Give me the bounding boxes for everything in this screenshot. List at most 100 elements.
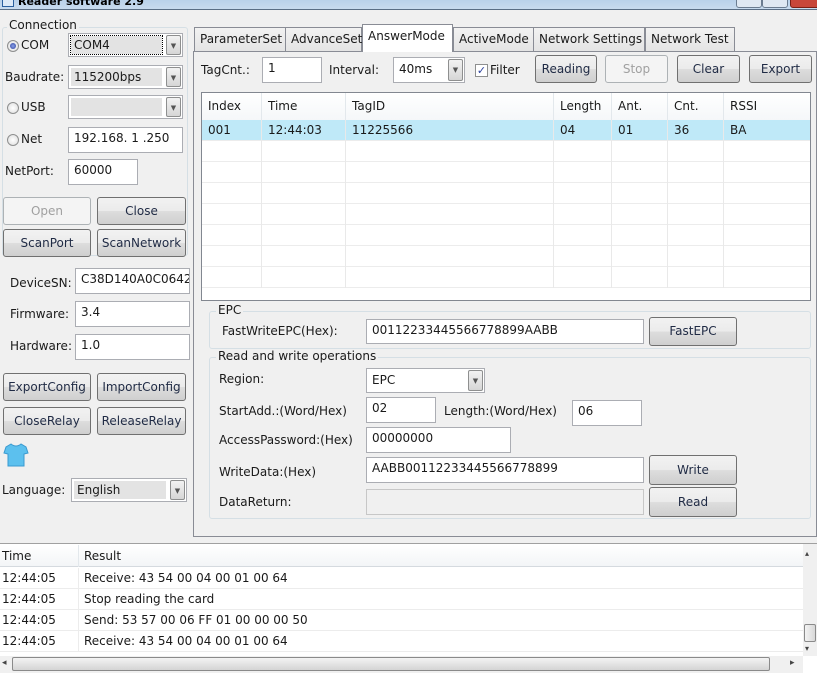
hardware-field[interactable]: 1.0 xyxy=(75,334,190,360)
close-window-button[interactable] xyxy=(790,0,817,8)
log-row[interactable]: 12:44:05 Receive: 43 54 00 04 00 01 00 64 xyxy=(0,631,803,652)
tab-network-test[interactable]: Network Test xyxy=(645,27,735,51)
table-header-rssi[interactable]: RSSI xyxy=(724,93,810,120)
import-config-button[interactable]: ImportConfig xyxy=(97,373,186,401)
com-port-select[interactable]: COM4 ▼ xyxy=(68,33,183,57)
export-button[interactable]: Export xyxy=(749,55,812,83)
hscroll-thumb[interactable] xyxy=(12,657,770,671)
close-button[interactable]: Close xyxy=(97,197,186,225)
chevron-down-icon[interactable]: ▼ xyxy=(166,35,181,55)
datareturn-field[interactable] xyxy=(366,489,644,515)
maximize-button[interactable] xyxy=(762,0,788,8)
title-bar: Reader software 2.9 xyxy=(0,0,817,10)
reading-button[interactable]: Reading xyxy=(535,55,597,83)
tab-advanceset[interactable]: AdvanceSet xyxy=(285,27,362,51)
table-header-index[interactable]: Index xyxy=(202,93,262,120)
epc-group-label: EPC xyxy=(216,303,244,317)
table-cell xyxy=(262,225,346,246)
com-port-value: COM4 xyxy=(70,35,163,55)
tab-answermode[interactable]: AnswerMode xyxy=(362,24,453,52)
table-cell xyxy=(262,246,346,267)
scroll-up-icon[interactable]: ▴ xyxy=(805,549,809,558)
table-cell xyxy=(668,267,724,288)
export-config-button[interactable]: ExportConfig xyxy=(3,373,91,401)
stop-button[interactable]: Stop xyxy=(605,55,668,83)
table-cell xyxy=(346,246,554,267)
tagcnt-label: TagCnt.: xyxy=(201,63,250,77)
filter-checkbox[interactable]: ✓ xyxy=(475,64,488,77)
startadd-input[interactable]: 02 xyxy=(366,397,436,423)
language-select[interactable]: English ▼ xyxy=(71,478,187,502)
baudrate-label: Baudrate: xyxy=(5,70,65,84)
table-cell xyxy=(668,204,724,225)
tab-network-settings[interactable]: Network Settings xyxy=(533,27,645,51)
log-row[interactable]: 12:44:05 Stop reading the card xyxy=(0,589,803,610)
minimize-button[interactable] xyxy=(736,0,762,8)
filter-label: Filter xyxy=(490,63,520,77)
table-cell xyxy=(554,162,612,183)
scroll-right-icon[interactable]: ▸ xyxy=(790,658,795,668)
log-message: Send: 53 57 00 06 FF 01 00 00 00 50 xyxy=(84,613,308,627)
log-col-result[interactable]: Result xyxy=(84,549,121,563)
chevron-down-icon[interactable]: ▼ xyxy=(468,370,483,391)
write-button[interactable]: Write xyxy=(649,455,737,485)
log-row[interactable]: 12:44:05 Send: 53 57 00 06 FF 01 00 00 00… xyxy=(0,610,803,631)
table-header-length[interactable]: Length xyxy=(554,93,612,120)
device-sn-field[interactable]: C38D140A0C0642 xyxy=(75,268,190,294)
scanport-button[interactable]: ScanPort xyxy=(3,229,91,257)
firmware-field[interactable]: 3.4 xyxy=(75,301,190,327)
table-header-tagid[interactable]: TagID xyxy=(346,93,554,120)
baudrate-select[interactable]: 115200bps ▼ xyxy=(68,65,183,89)
chevron-down-icon[interactable]: ▼ xyxy=(448,59,463,81)
language-label: Language: xyxy=(2,483,66,497)
open-button[interactable]: Open xyxy=(3,197,91,225)
log-message: Receive: 43 54 00 04 00 01 00 64 xyxy=(84,571,288,585)
table-cell: 11225566 xyxy=(346,120,554,141)
tab-parameterset[interactable]: ParameterSet xyxy=(194,27,286,51)
tagcnt-input[interactable]: 1 xyxy=(262,57,322,83)
log-vscrollbar[interactable]: ▴ ▾ xyxy=(803,544,817,656)
usb-device-select[interactable]: ▼ xyxy=(68,95,183,119)
log-row[interactable]: 12:44:05 Receive: 43 54 00 04 00 01 00 64 xyxy=(0,568,803,589)
interval-label: Interval: xyxy=(329,63,379,77)
chevron-down-icon[interactable]: ▼ xyxy=(170,480,185,500)
log-col-time[interactable]: Time xyxy=(2,549,31,563)
close-relay-button[interactable]: CloseRelay xyxy=(3,407,91,435)
netport-input[interactable]: 60000 xyxy=(68,159,138,185)
usb-label: USB xyxy=(21,100,46,114)
empty-row xyxy=(202,246,810,267)
fastwrite-epc-input[interactable]: 00112233445566778899AABB xyxy=(366,319,644,344)
tab-activemode[interactable]: ActiveMode xyxy=(453,27,534,51)
scroll-thumb[interactable] xyxy=(804,624,816,642)
table-header-cnt[interactable]: Cnt. xyxy=(668,93,724,120)
col-divider xyxy=(78,589,79,610)
read-button[interactable]: Read xyxy=(649,487,737,517)
net-radio[interactable] xyxy=(7,134,19,146)
table-cell xyxy=(346,141,554,162)
release-relay-button[interactable]: ReleaseRelay xyxy=(97,407,186,435)
fastepc-button[interactable]: FastEPC xyxy=(649,317,737,346)
com-radio[interactable] xyxy=(7,40,19,52)
clear-button[interactable]: Clear xyxy=(677,55,740,83)
chevron-down-icon[interactable]: ▼ xyxy=(166,67,181,87)
interval-select[interactable]: 40ms ▼ xyxy=(393,57,465,83)
log-message: Stop reading the card xyxy=(84,592,215,606)
table-header-ant[interactable]: Ant. xyxy=(612,93,668,120)
table-cell xyxy=(202,204,262,225)
writedata-input[interactable]: AABB00112233445566778899 xyxy=(366,457,644,483)
table-cell xyxy=(724,225,810,246)
scannetwork-button[interactable]: ScanNetwork xyxy=(97,229,186,257)
log-hscrollbar[interactable]: ◂ ▸ xyxy=(0,656,803,673)
access-password-input[interactable]: 00000000 xyxy=(366,427,511,453)
table-row[interactable]: 001 12:44:03 11225566 04 01 36 BA xyxy=(202,120,810,141)
region-select[interactable]: EPC ▼ xyxy=(366,368,485,393)
length-input[interactable]: 06 xyxy=(572,400,642,426)
scroll-down-icon[interactable]: ▾ xyxy=(805,644,809,653)
scroll-left-icon[interactable]: ◂ xyxy=(2,658,7,668)
net-ip-input[interactable]: 192.168. 1 .250 xyxy=(68,127,183,153)
chevron-down-icon[interactable]: ▼ xyxy=(166,97,181,117)
table-header-time[interactable]: Time xyxy=(262,93,346,120)
table-cell xyxy=(346,162,554,183)
usb-radio[interactable] xyxy=(7,102,19,114)
tshirt-icon[interactable] xyxy=(3,442,31,468)
